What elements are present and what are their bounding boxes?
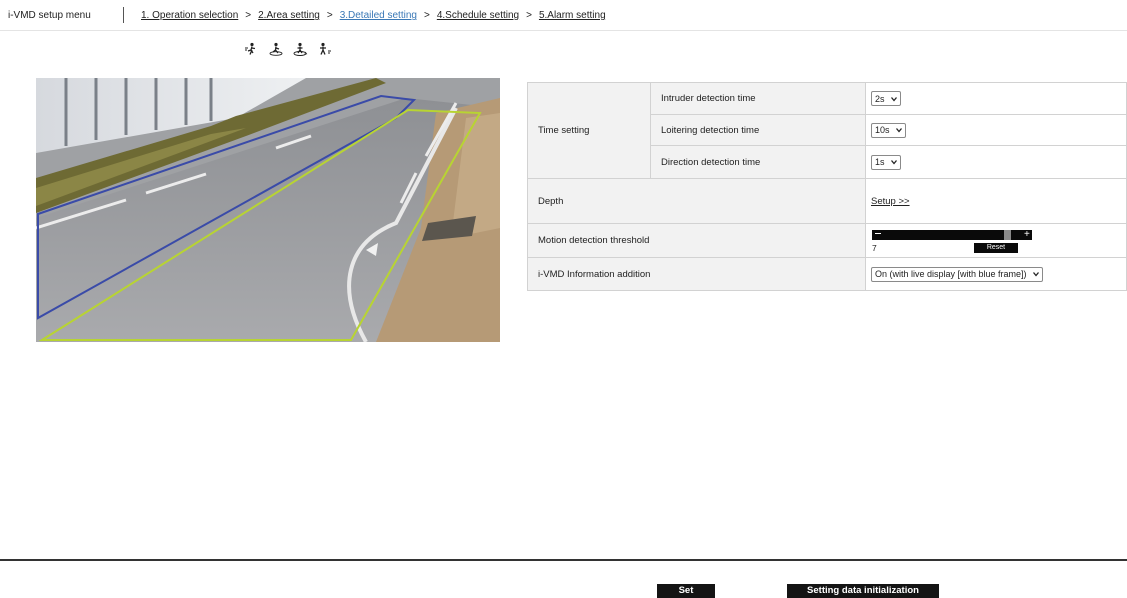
minus-icon[interactable]	[875, 232, 881, 235]
step-separator: >	[423, 10, 430, 21]
detection-mode-icons	[244, 42, 332, 56]
motion-icon	[320, 42, 331, 55]
step-separator: >	[526, 10, 532, 21]
intruder-icon	[245, 42, 256, 55]
step-schedule-setting[interactable]: 4.Schedule setting	[431, 10, 525, 21]
loitering-time-value: 10s	[875, 125, 890, 135]
chevron-down-icon	[890, 96, 897, 102]
direction-time-label: Direction detection time	[650, 145, 866, 179]
motion-threshold-slider[interactable]: +	[872, 229, 1032, 240]
motion-threshold-value: 7	[872, 242, 877, 253]
loitering-time-label: Loitering detection time	[650, 114, 866, 146]
direction-icon	[293, 42, 308, 56]
intruder-time-value: 2s	[875, 93, 885, 104]
time-setting-label: Time setting	[527, 82, 651, 179]
loitering-time-select[interactable]: 10s	[871, 122, 906, 138]
step-breadcrumb: 1. Operation selection > 2.Area setting …	[135, 10, 612, 21]
top-navigation: i-VMD setup menu 1. Operation selection …	[0, 0, 1127, 31]
step-separator: >	[245, 10, 252, 21]
footer-divider	[0, 559, 1127, 561]
motion-threshold-cell: + 7 Reset	[865, 223, 1127, 258]
depth-setup-link[interactable]: Setup >>	[871, 196, 910, 207]
detailed-settings-table: Time setting Intruder detection time 2s …	[527, 82, 1127, 291]
depth-cell: Setup >>	[865, 178, 1127, 224]
nav-divider	[123, 7, 124, 23]
motion-threshold-label: Motion detection threshold	[527, 223, 866, 258]
loitering-time-cell: 10s	[865, 114, 1127, 146]
camera-scene[interactable]	[36, 78, 500, 342]
intruder-time-cell: 2s	[865, 82, 1127, 115]
step-alarm-setting[interactable]: 5.Alarm setting	[533, 10, 612, 21]
initialize-button[interactable]: Setting data initialization	[787, 584, 939, 598]
motion-threshold-control: + 7 Reset	[866, 226, 1126, 256]
info-addition-label: i-VMD Information addition	[527, 257, 866, 291]
slider-handle[interactable]	[1004, 229, 1012, 240]
chevron-down-icon	[895, 128, 902, 133]
direction-time-value: 1s	[875, 157, 885, 167]
info-addition-cell: On (with live display [with blue frame])	[865, 257, 1127, 291]
intruder-time-label: Intruder detection time	[650, 82, 866, 115]
reset-button[interactable]: Reset	[974, 242, 1018, 253]
info-addition-select[interactable]: On (with live display [with blue frame])	[871, 266, 1043, 282]
chevron-down-icon	[890, 160, 897, 165]
step-detailed-setting[interactable]: 3.Detailed setting	[334, 10, 423, 21]
intruder-time-select[interactable]: 2s	[871, 91, 901, 106]
loitering-icon	[269, 42, 283, 56]
info-addition-value: On (with live display [with blue frame])	[875, 269, 1027, 279]
chevron-down-icon	[1032, 272, 1039, 277]
direction-time-select[interactable]: 1s	[871, 154, 901, 170]
step-operation-selection[interactable]: 1. Operation selection	[135, 10, 244, 21]
depth-label: Depth	[527, 178, 866, 224]
step-area-setting[interactable]: 2.Area setting	[252, 10, 326, 21]
set-button[interactable]: Set	[657, 584, 715, 598]
plus-icon[interactable]: +	[1024, 229, 1030, 240]
step-separator: >	[326, 10, 333, 21]
camera-preview[interactable]	[36, 78, 500, 342]
menu-title: i-VMD setup menu	[8, 10, 91, 21]
direction-time-cell: 1s	[865, 145, 1127, 179]
